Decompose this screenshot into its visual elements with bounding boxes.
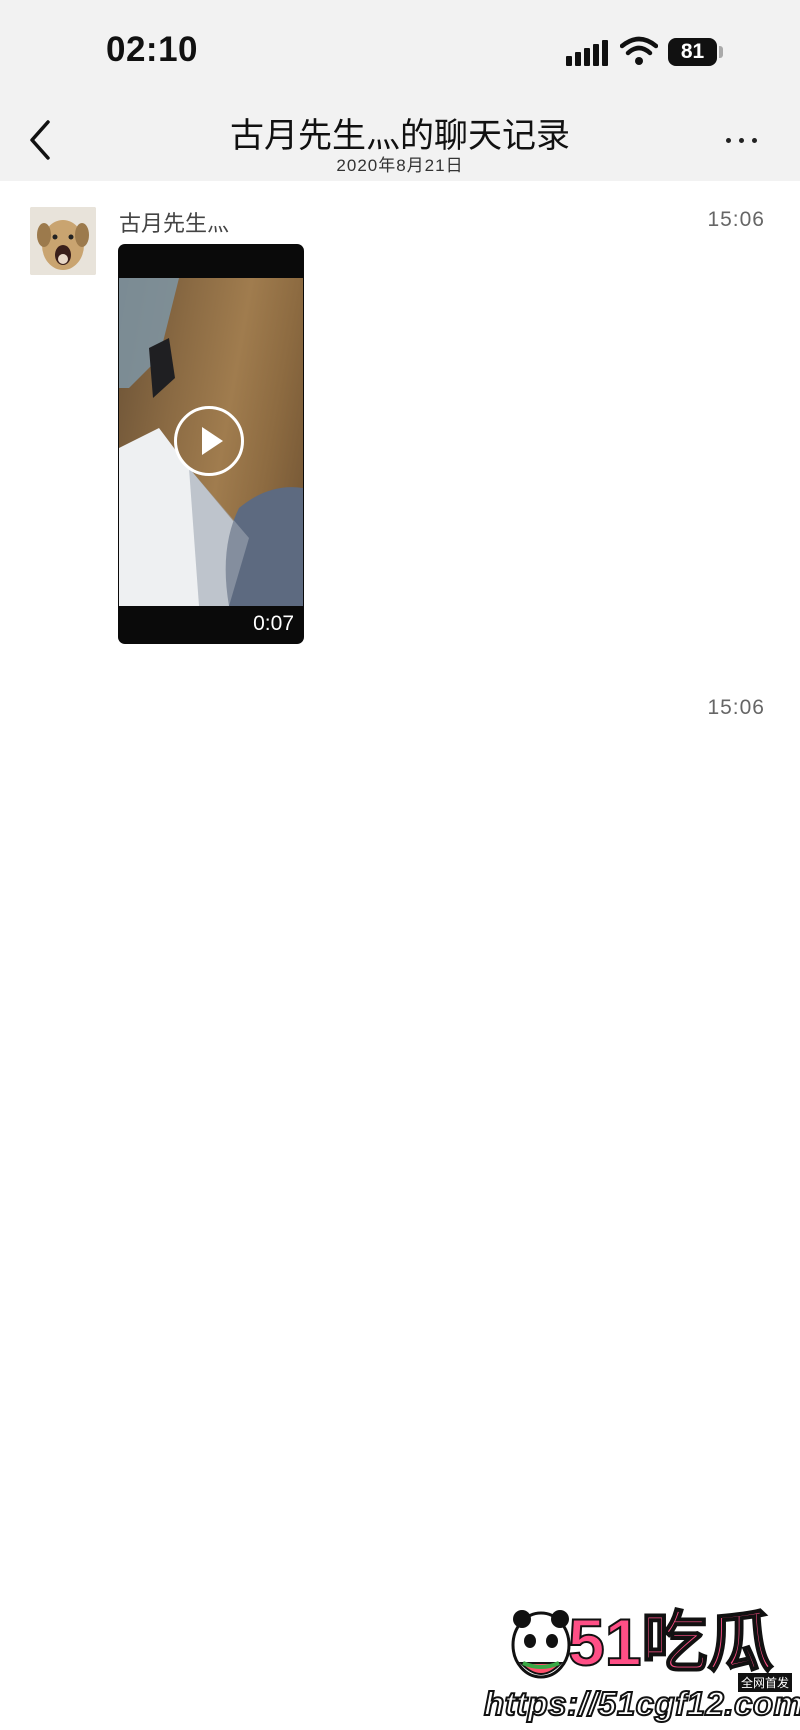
- battery-icon: 81: [668, 38, 717, 66]
- message-time: 15:06: [707, 696, 765, 719]
- page-title: 古月先生灬的聊天记录: [230, 117, 570, 155]
- watermark-brand: 51吃瓜: [567, 1605, 774, 1679]
- mascot-icon: [511, 1610, 571, 1679]
- sender-name: 古月先生灬: [119, 211, 230, 236]
- wifi-icon: [620, 36, 658, 65]
- nav-header: 02:10 81 古月先生灬的聊天记录 2020年8月21日: [0, 0, 800, 181]
- more-options-button[interactable]: [722, 126, 762, 154]
- video-message[interactable]: 0:07: [118, 244, 304, 644]
- play-icon[interactable]: [174, 406, 244, 476]
- site-watermark: 51吃瓜 全网首发 https://51cgf12.com: [483, 1603, 800, 1730]
- battery-tip: [719, 46, 723, 58]
- video-duration: 0:07: [253, 612, 294, 635]
- back-button[interactable]: [26, 118, 56, 162]
- signal-icon: [566, 40, 608, 66]
- watermark-url: https://51cgf12.com: [483, 1684, 800, 1723]
- dog-avatar-icon: [30, 207, 96, 275]
- page-subtitle: 2020年8月21日: [336, 156, 464, 175]
- avatar[interactable]: [30, 207, 96, 275]
- message-time: 15:06: [707, 208, 765, 231]
- status-time: 02:10: [106, 30, 199, 69]
